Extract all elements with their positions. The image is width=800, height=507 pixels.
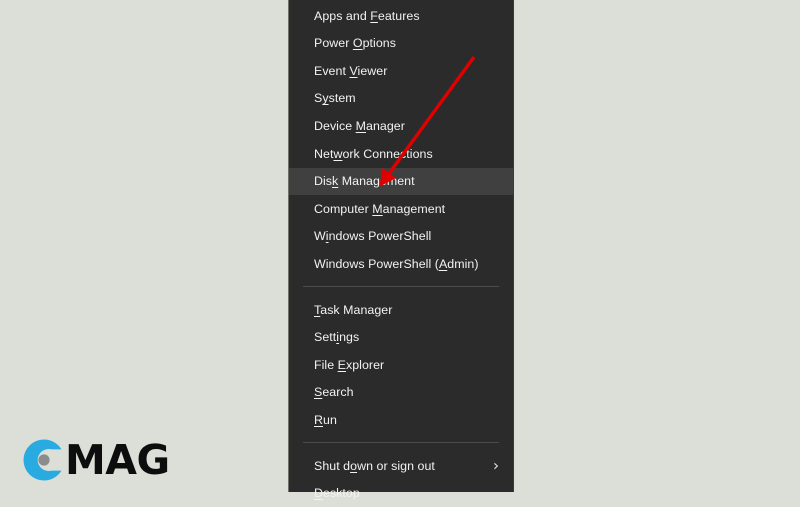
menu-item-label: System — [314, 92, 356, 104]
menu-item-windows-powershell[interactable]: Windows PowerShell — [289, 223, 513, 251]
menu-item-network-connections[interactable]: Network Connections — [289, 140, 513, 168]
menu-separator — [303, 286, 499, 287]
menu-item-run[interactable]: Run — [289, 406, 513, 434]
menu-item-device-manager[interactable]: Device Manager — [289, 112, 513, 140]
menu-item-label: Run — [314, 414, 337, 426]
menu-separator — [303, 442, 499, 443]
menu-item-label: Desktop — [314, 487, 360, 499]
menu-item-disk-management[interactable]: Disk Management — [289, 168, 513, 196]
chevron-right-icon: › — [493, 458, 499, 473]
screenshot-canvas: Apps and Features Power Options Event View… — [0, 0, 800, 500]
c-ring-icon — [20, 436, 68, 484]
menu-item-label: Network Connections — [314, 148, 433, 160]
menu-item-label: Search — [314, 386, 354, 398]
menu-item-label: Task Manager — [314, 304, 392, 316]
menu-item-label: Windows PowerShell (Admin) — [314, 258, 479, 270]
menu-item-label: Settings — [314, 331, 359, 343]
menu-item-shut-down-or-sign-out[interactable]: Shut down or sign out › — [289, 452, 513, 480]
menu-item-settings[interactable]: Settings — [289, 324, 513, 352]
win-x-context-menu[interactable]: Apps and Features Power Options Event View… — [288, 0, 514, 492]
logo-wordmark: MAG — [65, 440, 170, 481]
menu-item-apps-and-features[interactable]: Apps and Features — [289, 2, 513, 30]
menu-item-label: Computer Management — [314, 203, 445, 215]
site-logo: MAG — [20, 434, 170, 486]
menu-item-label: Disk Management — [314, 175, 415, 187]
menu-item-label: Power Options — [314, 37, 396, 49]
menu-item-label: Shut down or sign out — [314, 460, 435, 472]
menu-item-computer-management[interactable]: Computer Management — [289, 195, 513, 223]
menu-item-windows-powershell-admin[interactable]: Windows PowerShell (Admin) — [289, 250, 513, 278]
menu-item-power-options[interactable]: Power Options — [289, 30, 513, 58]
menu-item-event-viewer[interactable]: Event Viewer — [289, 57, 513, 85]
menu-item-label: Event Viewer — [314, 65, 387, 77]
menu-item-system[interactable]: System — [289, 85, 513, 113]
menu-item-label: Windows PowerShell — [314, 230, 431, 242]
menu-item-file-explorer[interactable]: File Explorer — [289, 351, 513, 379]
menu-item-label: Device Manager — [314, 120, 405, 132]
menu-item-task-manager[interactable]: Task Manager — [289, 296, 513, 324]
menu-item-desktop[interactable]: Desktop — [289, 480, 513, 507]
menu-item-label: Apps and Features — [314, 10, 420, 22]
menu-item-search[interactable]: Search — [289, 379, 513, 407]
menu-item-label: File Explorer — [314, 359, 384, 371]
